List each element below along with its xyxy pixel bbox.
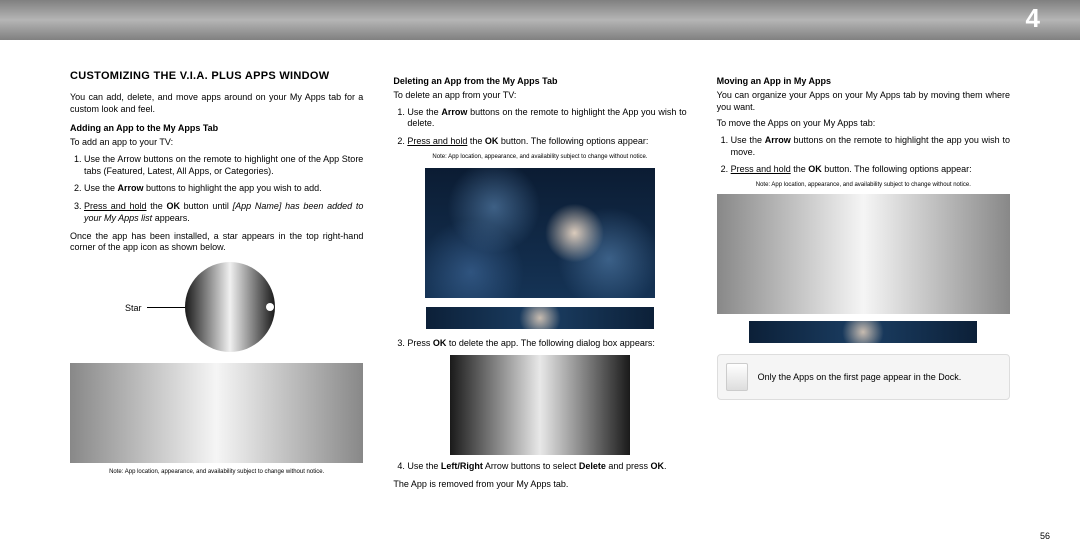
subhead-moving: Moving an App in My Apps bbox=[717, 76, 1010, 86]
star-diagram: Star bbox=[70, 262, 363, 357]
apps-grid-placeholder bbox=[70, 363, 363, 463]
note-text: Note: App location, appearance, and avai… bbox=[70, 469, 363, 475]
move-options-placeholder bbox=[717, 194, 1010, 314]
page-content: CUSTOMIZING THE V.I.A. PLUS APPS WINDOW … bbox=[70, 70, 1010, 521]
column-3: Moving an App in My Apps You can organiz… bbox=[717, 70, 1010, 521]
note-2: Note: App location, appearance, and avai… bbox=[393, 154, 686, 160]
info-callout: Only the Apps on the first page appear i… bbox=[717, 354, 1010, 400]
callout-text: Only the Apps on the first page appear i… bbox=[758, 372, 962, 382]
subhead-deleting: Deleting an App from the My Apps Tab bbox=[393, 76, 686, 86]
delete-end: The App is removed from your My Apps tab… bbox=[393, 479, 686, 491]
chapter-number: 4 bbox=[1026, 3, 1040, 34]
document-icon bbox=[726, 363, 748, 391]
delete-steps-1: Use the Arrow buttons on the remote to h… bbox=[393, 107, 686, 148]
mv-step-2: Press and hold the OK button. The follow… bbox=[731, 164, 1010, 176]
move-intro: You can organize your Apps on your My Ap… bbox=[717, 90, 1010, 113]
delete-steps-2: Press OK to delete the app. The followin… bbox=[393, 338, 686, 350]
del-step-3: Press OK to delete the app. The followin… bbox=[407, 338, 686, 350]
intro-text: You can add, delete, and move apps aroun… bbox=[70, 92, 363, 115]
after-install-text: Once the app has been installed, a star … bbox=[70, 231, 363, 254]
delete-steps-3: Use the Left/Right Arrow buttons to sele… bbox=[393, 461, 686, 473]
apps-dock-strip bbox=[425, 306, 655, 330]
mv-step-1: Use the Arrow buttons on the remote to h… bbox=[731, 135, 1010, 158]
step-1b: Use the Arrow buttons to highlight the a… bbox=[84, 183, 363, 195]
steps-list: Use the Arrow buttons on the remote to h… bbox=[70, 154, 363, 224]
step-2: Press and hold the OK button until [App … bbox=[84, 201, 363, 224]
column-1: CUSTOMIZING THE V.I.A. PLUS APPS WINDOW … bbox=[70, 70, 363, 521]
section-title: CUSTOMIZING THE V.I.A. PLUS APPS WINDOW bbox=[70, 70, 363, 82]
subhead-adding: Adding an App to the My Apps Tab bbox=[70, 123, 363, 133]
del-step-1: Use the Arrow buttons on the remote to h… bbox=[407, 107, 686, 130]
header-bar: 4 bbox=[0, 0, 1080, 40]
apps-dock-strip-2 bbox=[748, 320, 978, 344]
step-1a: Use the Arrow buttons on the remote to h… bbox=[84, 154, 363, 177]
move-lead: To move the Apps on your My Apps tab: bbox=[717, 118, 1010, 130]
del-step-2: Press and hold the OK button. The follow… bbox=[407, 136, 686, 148]
column-2: Deleting an App from the My Apps Tab To … bbox=[393, 70, 686, 521]
dialog-box-placeholder bbox=[450, 355, 630, 455]
tv-screenshot-options bbox=[425, 168, 655, 298]
star-label: Star bbox=[125, 303, 142, 313]
del-step-4: Use the Left/Right Arrow buttons to sele… bbox=[407, 461, 686, 473]
page-number: 56 bbox=[1040, 531, 1050, 541]
move-steps: Use the Arrow buttons on the remote to h… bbox=[717, 135, 1010, 176]
star-indicator-dot bbox=[266, 303, 274, 311]
lead-text: To add an app to your TV: bbox=[70, 137, 363, 149]
lead-delete: To delete an app from your TV: bbox=[393, 90, 686, 102]
note-3: Note: App location, appearance, and avai… bbox=[717, 182, 1010, 188]
app-icon-circle bbox=[185, 262, 275, 352]
